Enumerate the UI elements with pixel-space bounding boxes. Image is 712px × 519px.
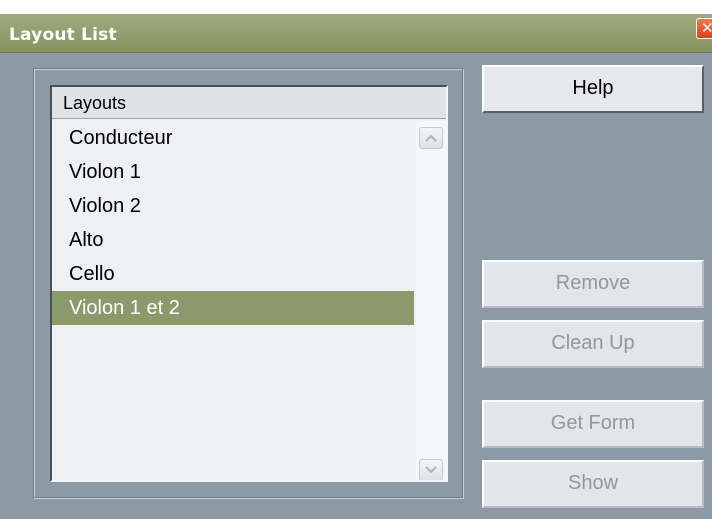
list-item[interactable]: Violon 2: [52, 189, 414, 223]
close-icon[interactable]: ✕: [696, 18, 712, 39]
layouts-listbox[interactable]: Layouts Conducteur Violon 1 Violon 2 Alt…: [50, 85, 448, 482]
list-item[interactable]: Cello: [52, 257, 414, 291]
list-item[interactable]: Alto: [52, 223, 414, 257]
list-header-layouts[interactable]: Layouts: [52, 87, 446, 119]
list-items: Conducteur Violon 1 Violon 2 Alto Cello …: [52, 121, 414, 325]
list-item-selected[interactable]: Violon 1 et 2: [52, 291, 414, 325]
clean-up-button[interactable]: Clean Up: [482, 320, 704, 368]
list-item[interactable]: Conducteur: [52, 121, 414, 155]
remove-button[interactable]: Remove: [482, 260, 704, 308]
window-title: Layout List: [9, 25, 117, 45]
layout-list-window: Layout List ✕ Layouts Conducteur Violon …: [0, 0, 712, 519]
list-item[interactable]: Violon 1: [52, 155, 414, 189]
vertical-scrollbar[interactable]: [416, 121, 446, 480]
scroll-up-icon[interactable]: [419, 127, 443, 149]
help-button[interactable]: Help: [482, 65, 704, 113]
scroll-down-icon[interactable]: [419, 459, 443, 480]
screen-top-strip: [0, 0, 712, 14]
title-bar[interactable]: Layout List: [0, 14, 712, 53]
get-form-button[interactable]: Get Form: [482, 400, 704, 448]
show-button[interactable]: Show: [482, 460, 704, 508]
